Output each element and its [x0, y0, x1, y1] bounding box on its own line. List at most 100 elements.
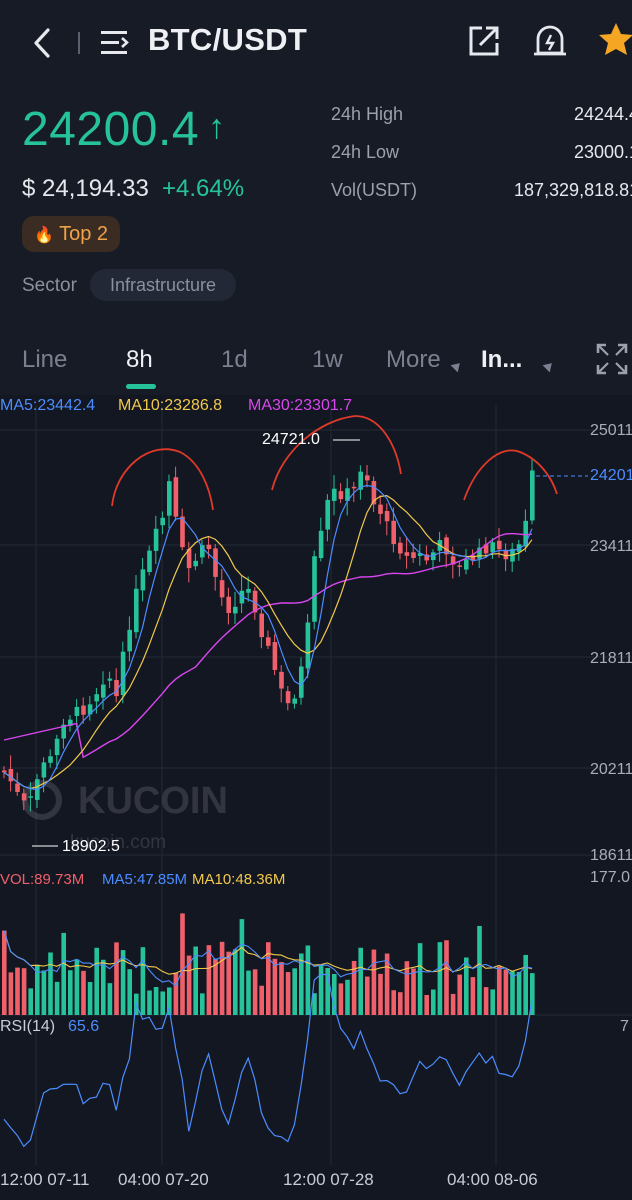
candle — [167, 481, 172, 516]
volume-bar — [378, 973, 383, 1015]
favorite-button[interactable] — [598, 22, 632, 56]
volume-bar — [358, 947, 363, 1015]
change-percent: +4.64% — [162, 175, 245, 202]
rsi-axis-label: 7 — [620, 1018, 629, 1035]
volume-bar — [457, 974, 462, 1015]
indicators-dropdown-icon — [542, 359, 556, 373]
volume-bar — [48, 952, 53, 1015]
price-tick-3: 21811 — [590, 650, 632, 667]
candle — [312, 556, 317, 622]
candle — [464, 559, 469, 570]
volume-bar — [68, 970, 73, 1015]
candle — [8, 768, 14, 782]
low-marker-label: 18902.5 — [62, 838, 120, 855]
tab-more[interactable]: More — [386, 346, 441, 374]
stat-low-label: 24h Low — [331, 142, 400, 162]
candle — [206, 544, 212, 550]
price-tick-5: 18611 — [590, 847, 632, 864]
share-button[interactable] — [468, 25, 500, 57]
volume-bar — [239, 919, 245, 1015]
candle — [28, 796, 33, 798]
volume-bar — [483, 987, 489, 1015]
volume-bar — [470, 977, 476, 1015]
candle — [259, 613, 264, 638]
price-alert-button[interactable] — [533, 22, 567, 58]
volume-bar — [365, 976, 370, 1015]
candle — [272, 642, 278, 670]
pair-menu-button[interactable] — [99, 28, 133, 58]
volume-ma10-legend: MA10:48.36M — [192, 871, 286, 888]
price-tick-2: 23411 — [590, 538, 632, 555]
fullscreen-button[interactable] — [596, 343, 628, 375]
tab-8h[interactable]: 8h — [126, 346, 153, 374]
star-icon — [599, 23, 632, 55]
candle — [530, 470, 535, 521]
volume-bar — [160, 991, 165, 1015]
tab-indicators[interactable]: In... — [481, 346, 522, 374]
ma10-legend: MA10:23286.8 — [118, 397, 223, 414]
candle — [490, 542, 495, 553]
candle — [173, 477, 179, 517]
candle — [404, 552, 410, 556]
candle — [351, 486, 357, 489]
tab-1w[interactable]: 1w — [312, 346, 343, 374]
volume-legend: VOL:89.73M — [0, 871, 85, 888]
volume-bar — [318, 965, 324, 1015]
rsi-label: RSI(14) — [0, 1018, 56, 1035]
candles — [2, 458, 535, 812]
fire-icon: 🔥 — [33, 227, 54, 244]
volume-bar — [147, 990, 152, 1015]
volume-bar — [371, 949, 377, 1015]
candle — [384, 511, 390, 522]
watermark-text: KUCOIN — [78, 780, 228, 822]
volume-bar — [114, 942, 119, 1015]
candle — [338, 491, 344, 500]
volume-bar — [444, 940, 449, 1015]
candle — [74, 706, 80, 717]
candle — [101, 684, 106, 698]
date-tick-0: 12:00 07-11 — [0, 1170, 90, 1189]
price-tick-0: 25011 — [590, 422, 632, 439]
volume-bar — [87, 981, 93, 1015]
ma30-legend: MA30:23301.7 — [248, 397, 353, 414]
date-tick-1: 04:00 07-20 — [118, 1170, 209, 1189]
tab-line[interactable]: Line — [22, 346, 67, 374]
price-tick-4: 20211 — [590, 761, 632, 778]
candlestick-chart[interactable]: KUCOIN kucoin.com — [0, 395, 632, 1200]
candle — [48, 756, 53, 763]
volume-bar — [94, 947, 99, 1015]
chevron-left-icon — [34, 28, 50, 58]
candle — [127, 629, 132, 652]
volume-bar — [206, 945, 212, 1015]
usd-price: $ 24,194.33 — [22, 175, 149, 202]
volume-bar — [497, 966, 502, 1015]
volume-bar — [173, 972, 179, 1015]
rsi-value: 65.6 — [68, 1018, 100, 1035]
volume-bar — [213, 958, 218, 1015]
rank-badge[interactable]: 🔥 Top 2 — [22, 216, 120, 252]
high-marker-label: 24721.0 — [262, 431, 320, 448]
date-tick-3: 04:00 08-06 — [447, 1170, 538, 1189]
volume-bar — [61, 932, 66, 1015]
pair-title[interactable]: BTC/USDT — [148, 22, 307, 58]
candle — [378, 504, 383, 514]
volume-bar — [28, 988, 33, 1015]
volume-bar — [523, 954, 528, 1015]
volume-bar — [391, 990, 396, 1015]
volume-bar — [21, 968, 27, 1015]
candle — [411, 552, 416, 558]
volume-bar — [259, 985, 264, 1015]
volume-bar — [338, 983, 344, 1015]
candle — [140, 569, 146, 591]
candle — [160, 517, 165, 526]
volume-bar — [305, 945, 311, 1015]
sector-chip[interactable]: Infrastructure — [90, 269, 236, 301]
candle — [193, 560, 198, 567]
back-button[interactable] — [28, 26, 58, 60]
volume-bar — [345, 979, 350, 1015]
tab-1d[interactable]: 1d — [221, 346, 248, 374]
volume-axis-max: 177.0 — [590, 869, 631, 886]
last-price: 24200.4 — [22, 103, 200, 156]
candle — [147, 550, 152, 573]
volume-bar — [246, 970, 251, 1015]
